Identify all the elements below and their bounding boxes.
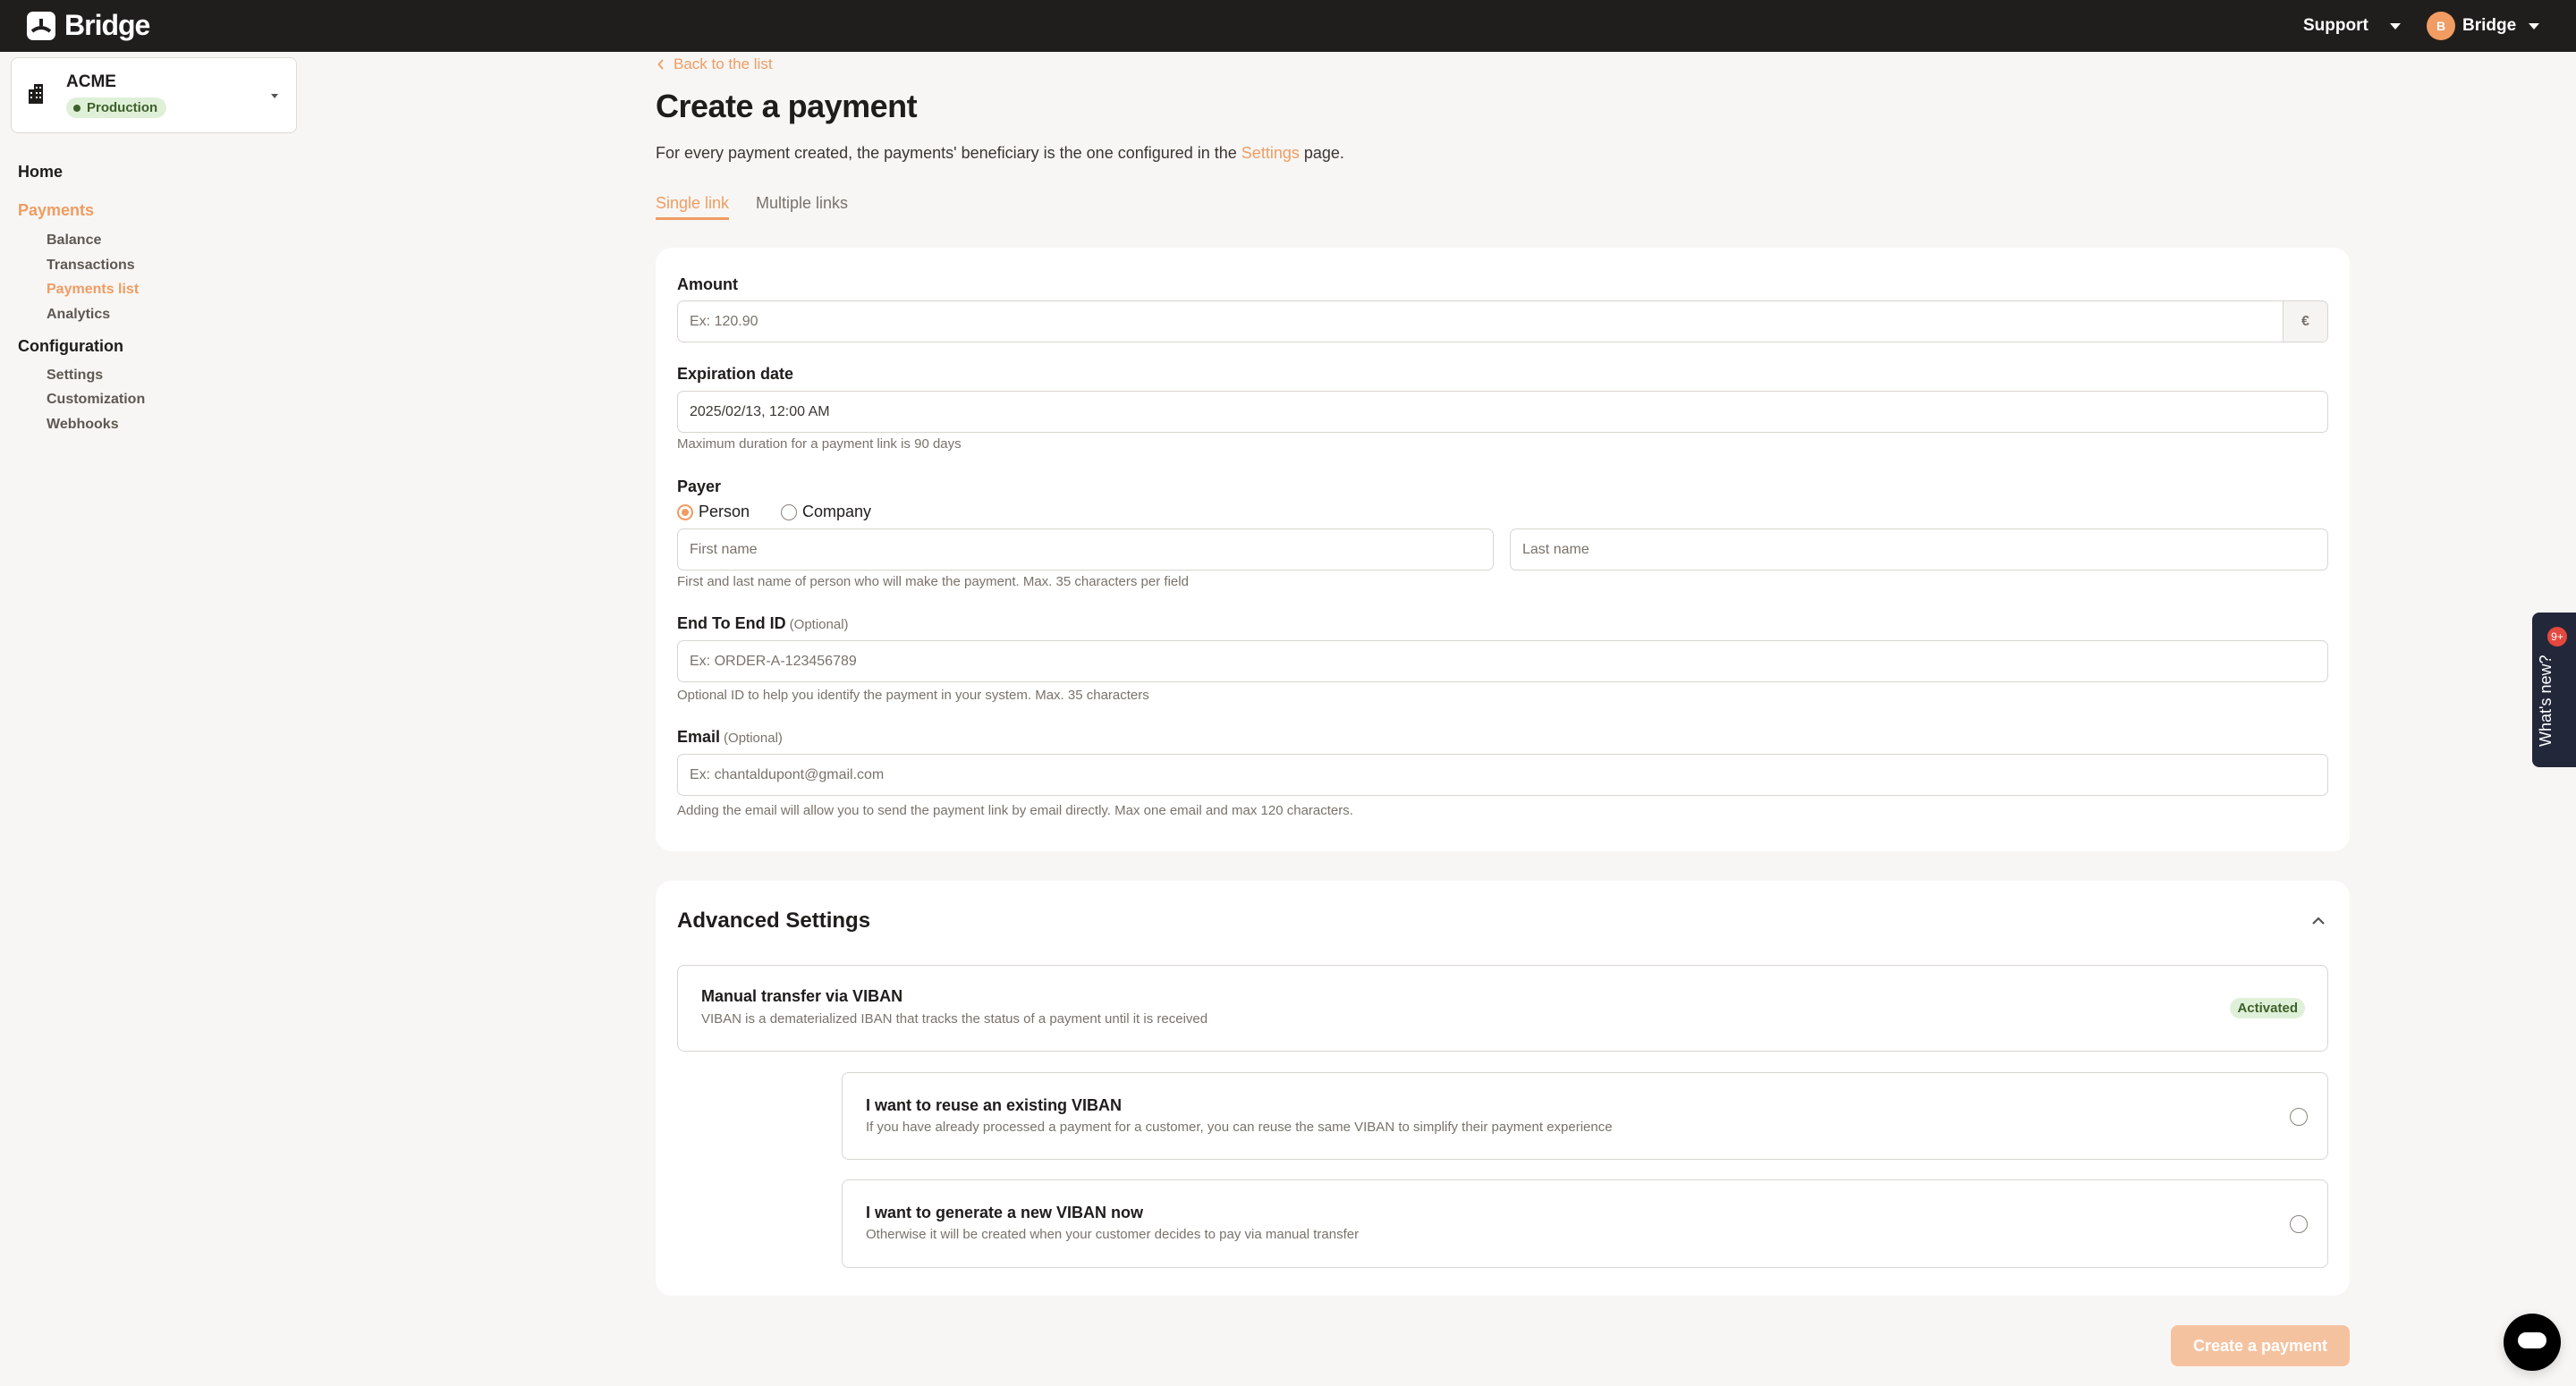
email-help: Adding the email will allow you to send … [677,803,1353,818]
option-desc: Otherwise it will be created when your c… [866,1227,1360,1242]
sidebar-item-home[interactable]: Home [18,163,63,182]
sidebar-item-transactions[interactable]: Transactions [47,258,135,274]
e2e-label-text: End To End ID [677,614,786,632]
sidebar-item-analytics[interactable]: Analytics [47,307,110,323]
caret-down-icon [2389,22,2401,30]
bridge-logo[interactable]: Bridge [27,9,150,42]
chat-bubble-icon [2518,1332,2546,1348]
payer-help: First and last name of person who will m… [677,574,1189,589]
optional-tag: (Optional) [789,617,849,632]
sidebar-item-payments[interactable]: Payments [18,201,94,220]
page-title: Create a payment [656,88,918,124]
avatar: B [2427,12,2455,40]
expiration-date-input[interactable]: 2025/02/13, 12:00 AM [677,391,2328,433]
payer-person-radio[interactable]: Person [677,503,750,521]
bridge-logo-icon [27,11,55,40]
option-title: I want to generate a new VIBAN now [866,1204,1144,1221]
create-payment-button[interactable]: Create a payment [2171,1325,2350,1366]
sidebar-item-configuration[interactable]: Configuration [18,337,123,356]
advanced-settings-title: Advanced Settings [677,909,871,933]
viban-title: Manual transfer via VIBAN [701,987,903,1005]
payer-company-radio[interactable]: Company [781,503,871,521]
status-dot-icon [73,104,80,112]
e2e-label: End To End ID (Optional) [677,614,849,633]
payer-label: Payer [677,477,722,495]
user-menu[interactable]: B Bridge [2427,0,2540,52]
viban-desc: VIBAN is a dematerialized IBAN that trac… [701,1011,1208,1027]
option-title: I want to reuse an existing VIBAN [866,1096,1123,1114]
top-bar: Bridge Support B Bridge [0,0,2576,52]
tab-multiple-links[interactable]: Multiple links [756,194,848,217]
support-menu[interactable]: Support [2303,0,2401,52]
email-label-text: Email [677,728,721,746]
environment-badge: Production [66,97,167,118]
status-badge: Activated [2230,998,2305,1018]
radio-unchecked-icon[interactable] [2290,1215,2308,1233]
radio-checked-icon [677,503,693,520]
amount-label: Amount [677,275,738,293]
sidebar-item-customization[interactable]: Customization [47,392,145,408]
support-label: Support [2303,16,2368,35]
radio-unchecked-icon [781,503,797,520]
radio-unchecked-icon[interactable] [2290,1108,2308,1126]
last-name-input[interactable]: Last name [1510,528,2328,570]
caret-down-icon [2529,22,2540,30]
end-to-end-id-input[interactable]: Ex: ORDER-A-123456789 [677,640,2328,682]
sidebar-item-webhooks[interactable]: Webhooks [47,417,119,433]
org-name: ACME [66,72,116,91]
expiration-help: Maximum duration for a payment link is 9… [677,436,962,452]
back-label: Back to the list [674,55,773,72]
viban-option-reuse[interactable]: I want to reuse an existing VIBAN If you… [842,1072,2328,1160]
desc-text-end: page. [1299,144,1344,162]
caret-down-icon [271,94,278,98]
optional-tag: (Optional) [724,731,783,746]
organization-selector[interactable]: ACME Production [11,57,297,133]
environment-label: Production [87,100,158,115]
sidebar-item-payments-list[interactable]: Payments list [47,282,139,298]
e2e-help: Optional ID to help you identify the pay… [677,688,1149,703]
whats-new-label: What's new? [2537,655,2555,747]
tab-single-link[interactable]: Single link [656,194,730,220]
chevron-up-icon[interactable] [2311,916,2326,926]
viban-option-generate[interactable]: I want to generate a new VIBAN now Other… [842,1179,2328,1268]
chat-button[interactable] [2504,1314,2561,1371]
whats-new-tab[interactable]: 9+ What's new? [2532,613,2576,767]
person-label: Person [699,503,750,520]
viban-setting: Manual transfer via VIBAN VIBAN is a dem… [677,965,2328,1052]
email-input[interactable]: Ex: chantaldupont@gmail.com [677,754,2328,796]
building-icon [29,84,43,104]
expiration-label: Expiration date [677,365,794,383]
settings-link[interactable]: Settings [1241,144,1300,162]
amount-input[interactable]: Ex: 120.90 € [677,300,2328,342]
notification-badge: 9+ [2547,627,2567,647]
desc-text: For every payment created, the payments'… [656,144,1241,162]
brand-name: Bridge [64,9,150,41]
currency-suffix: € [2283,301,2327,342]
back-to-list-link[interactable]: Back to the list [657,55,773,73]
first-name-input[interactable]: First name [677,528,1494,570]
option-desc: If you have already processed a payment … [866,1120,1613,1135]
user-name: Bridge [2462,16,2517,35]
sidebar-item-settings[interactable]: Settings [47,368,103,384]
page-description: For every payment created, the payments'… [656,144,1344,163]
email-label: Email (Optional) [677,728,783,747]
chevron-left-icon [657,59,664,70]
sidebar-item-balance[interactable]: Balance [47,232,101,249]
amount-placeholder: Ex: 120.90 [690,313,758,329]
company-label: Company [802,503,872,520]
